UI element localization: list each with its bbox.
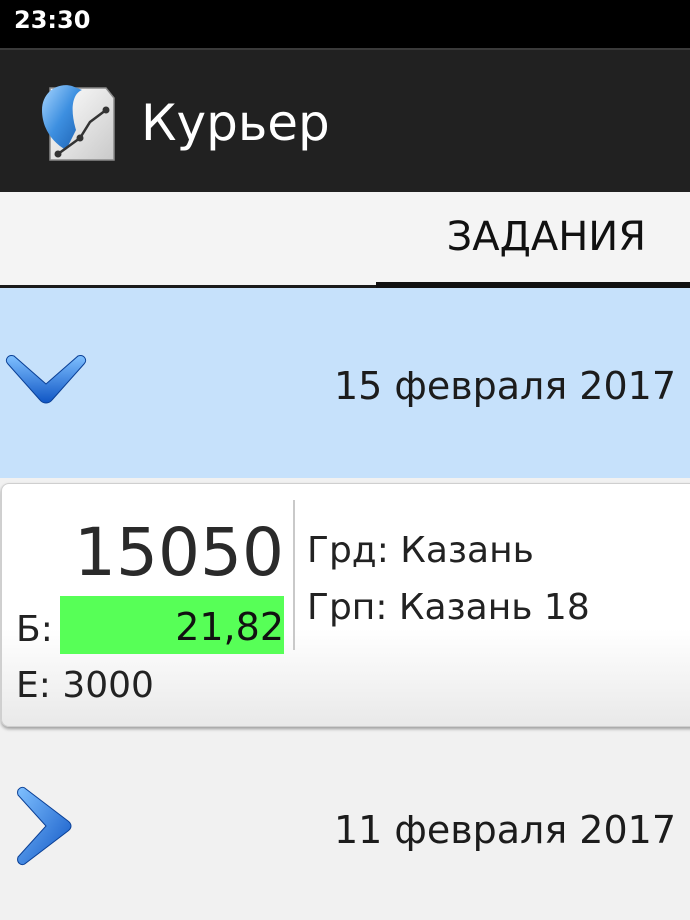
status-time: 23:30 (14, 6, 91, 34)
group-text: Грп: Казань 18 (307, 587, 590, 628)
balance-label: Б: (16, 609, 53, 650)
group-date: 11 февраля 2017 (333, 808, 676, 852)
balance-highlight: 21,82 (60, 596, 284, 654)
status-bar: 23:30 (0, 0, 690, 48)
chevron-down-icon (5, 355, 87, 404)
tab-tasks[interactable]: ЗАДАНИЯ (376, 192, 690, 291)
task-card[interactable]: 15050 Б: 21,82 Е: 3000 Грд: Казань Грп: … (1, 483, 690, 727)
courier-app-icon[interactable] (36, 80, 122, 166)
e-value: Е: 3000 (16, 665, 154, 706)
date-group-header-expanded[interactable]: 15 февраля 2017 (0, 288, 690, 478)
task-number: 15050 (74, 514, 284, 591)
card-divider (293, 500, 295, 650)
chevron-right-icon (17, 786, 72, 866)
app-title: Курьер (141, 94, 330, 152)
group-date: 15 февраля 2017 (333, 364, 676, 408)
balance-value: 21,82 (175, 605, 284, 649)
city-text: Грд: Казань (307, 530, 534, 571)
action-bar: Курьер (0, 48, 690, 192)
tab-strip: ЗАДАНИЯ (0, 192, 690, 291)
tab-label: ЗАДАНИЯ (446, 214, 646, 260)
date-group-header-collapsed[interactable]: 11 февраля 2017 (0, 733, 690, 920)
